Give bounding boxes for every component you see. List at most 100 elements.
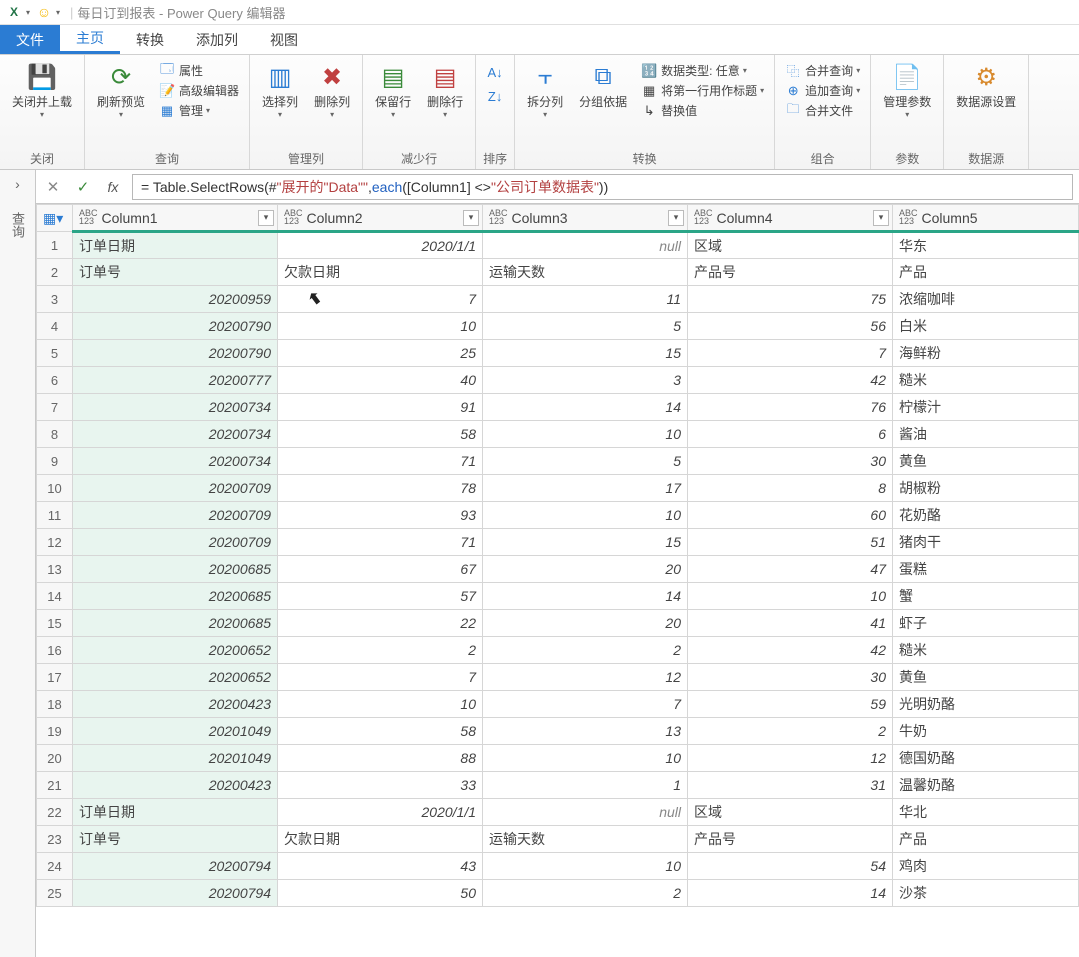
cell[interactable]: 88	[278, 745, 483, 772]
sort-asc-button[interactable]: A↓	[484, 61, 506, 83]
firstrow-header-button[interactable]: ▦将第一行用作标题▾	[637, 81, 768, 100]
expand-queries-button[interactable]: ›	[15, 176, 20, 192]
table-row[interactable]: 172020065271230黄鱼	[37, 664, 1079, 691]
cell[interactable]: 20	[483, 610, 688, 637]
cell[interactable]: 50	[278, 880, 483, 907]
cell[interactable]: 糙米	[893, 367, 1079, 394]
cell[interactable]: 20	[483, 556, 688, 583]
row-number[interactable]: 24	[37, 853, 73, 880]
cell[interactable]: 产品	[893, 826, 1079, 853]
datasource-settings-button[interactable]: ⚙ 数据源设置	[950, 59, 1022, 111]
cell[interactable]: null	[483, 232, 688, 259]
table-row[interactable]: 3202009597⬉1175浓缩咖啡	[37, 286, 1079, 313]
row-number[interactable]: 6	[37, 367, 73, 394]
cell[interactable]: 黄鱼	[893, 448, 1079, 475]
cell[interactable]: 14	[688, 880, 893, 907]
tab-addcolumn[interactable]: 添加列	[180, 25, 254, 54]
table-row[interactable]: 102020070978178胡椒粉	[37, 475, 1079, 502]
cell[interactable]: 2020/1/1	[278, 799, 483, 826]
cell[interactable]: 12	[688, 745, 893, 772]
table-row[interactable]: 1120200709931060花奶酪	[37, 502, 1079, 529]
cell[interactable]: 13	[483, 718, 688, 745]
cell[interactable]: 1	[483, 772, 688, 799]
cell[interactable]: 56	[688, 313, 893, 340]
cell[interactable]: 区域	[688, 799, 893, 826]
cell[interactable]: 产品号	[688, 259, 893, 286]
cell[interactable]: 2	[278, 637, 483, 664]
cell[interactable]: 42	[688, 637, 893, 664]
advanced-editor-button[interactable]: 📝高级编辑器	[155, 81, 243, 100]
choose-columns-button[interactable]: ▥ 选择列 ▾	[256, 59, 304, 121]
filter-col3-button[interactable]: ▾	[668, 210, 684, 226]
datatype-button[interactable]: 🔢数据类型: 任意▾	[637, 61, 768, 80]
tab-file[interactable]: 文件	[0, 25, 60, 54]
cell[interactable]: 14	[483, 394, 688, 421]
table-row[interactable]: 182020042310759光明奶酪	[37, 691, 1079, 718]
row-number[interactable]: 23	[37, 826, 73, 853]
row-number[interactable]: 21	[37, 772, 73, 799]
col-header-3[interactable]: ABC123Column3▾	[483, 205, 688, 232]
cell[interactable]: 25	[278, 340, 483, 367]
cell[interactable]: 78	[278, 475, 483, 502]
cell[interactable]: 虾子	[893, 610, 1079, 637]
cell[interactable]: 20200709	[73, 502, 278, 529]
row-number[interactable]: 14	[37, 583, 73, 610]
table-row[interactable]: 1订单日期2020/1/1null区域华东	[37, 232, 1079, 259]
cell[interactable]: 2020/1/1	[278, 232, 483, 259]
cell[interactable]: 8	[688, 475, 893, 502]
cell[interactable]: 10	[278, 313, 483, 340]
row-number[interactable]: 25	[37, 880, 73, 907]
cell[interactable]: 75	[688, 286, 893, 313]
tab-home[interactable]: 主页	[60, 25, 120, 54]
cell[interactable]: 柠檬汁	[893, 394, 1079, 421]
cell[interactable]: 11	[483, 286, 688, 313]
cell[interactable]: 59	[688, 691, 893, 718]
cell[interactable]: 10	[688, 583, 893, 610]
data-grid[interactable]: ▦▾ ABC123Column1▾ ABC123Column2▾ ABC123C…	[36, 204, 1079, 907]
cell[interactable]: 欠款日期	[278, 826, 483, 853]
formula-input[interactable]: = Table.SelectRows(#"展开的"Data"", each ([…	[132, 174, 1073, 200]
cell[interactable]: 2	[483, 637, 688, 664]
table-row[interactable]: 2020201049881012德国奶酪	[37, 745, 1079, 772]
cell[interactable]: 酱油	[893, 421, 1079, 448]
cell[interactable]: 20200685	[73, 556, 278, 583]
manage-params-button[interactable]: 📄 管理参数 ▾	[877, 59, 937, 121]
table-row[interactable]: 22订单日期2020/1/1null区域华北	[37, 799, 1079, 826]
row-number[interactable]: 19	[37, 718, 73, 745]
cell[interactable]: 产品	[893, 259, 1079, 286]
cell[interactable]: 德国奶酪	[893, 745, 1079, 772]
row-number[interactable]: 13	[37, 556, 73, 583]
table-row[interactable]: 92020073471530黄鱼	[37, 448, 1079, 475]
filter-col2-button[interactable]: ▾	[463, 210, 479, 226]
cell[interactable]: 欠款日期	[278, 259, 483, 286]
row-number[interactable]: 12	[37, 529, 73, 556]
cell[interactable]: 胡椒粉	[893, 475, 1079, 502]
cell[interactable]: 71	[278, 529, 483, 556]
cell[interactable]: 沙茶	[893, 880, 1079, 907]
remove-rows-button[interactable]: ▤ 删除行 ▾	[421, 59, 469, 121]
qa-dropdown-1[interactable]: ▾	[26, 8, 30, 17]
cell[interactable]: 42	[688, 367, 893, 394]
cell[interactable]: 黄鱼	[893, 664, 1079, 691]
cell[interactable]: 花奶酪	[893, 502, 1079, 529]
row-number[interactable]: 18	[37, 691, 73, 718]
cell[interactable]: 17	[483, 475, 688, 502]
cell[interactable]: 20200959	[73, 286, 278, 313]
cell[interactable]: 15	[483, 529, 688, 556]
cell[interactable]: 光明奶酪	[893, 691, 1079, 718]
row-number[interactable]: 15	[37, 610, 73, 637]
col-header-5[interactable]: ABC123Column5	[893, 205, 1079, 232]
cell[interactable]: 运输天数	[483, 826, 688, 853]
cell[interactable]: 温馨奶酪	[893, 772, 1079, 799]
table-row[interactable]: 1320200685672047蛋糕	[37, 556, 1079, 583]
cell[interactable]: 20200734	[73, 448, 278, 475]
table-row[interactable]: 42020079010556白米	[37, 313, 1079, 340]
cell[interactable]: 运输天数	[483, 259, 688, 286]
cell[interactable]: 区域	[688, 232, 893, 259]
cell[interactable]: 22	[278, 610, 483, 637]
cell[interactable]: 蛋糕	[893, 556, 1079, 583]
cell[interactable]: 白米	[893, 313, 1079, 340]
merge-queries-button[interactable]: ⿻合并查询▾	[781, 61, 864, 80]
cell[interactable]: 20200685	[73, 610, 278, 637]
table-row[interactable]: 82020073458106酱油	[37, 421, 1079, 448]
